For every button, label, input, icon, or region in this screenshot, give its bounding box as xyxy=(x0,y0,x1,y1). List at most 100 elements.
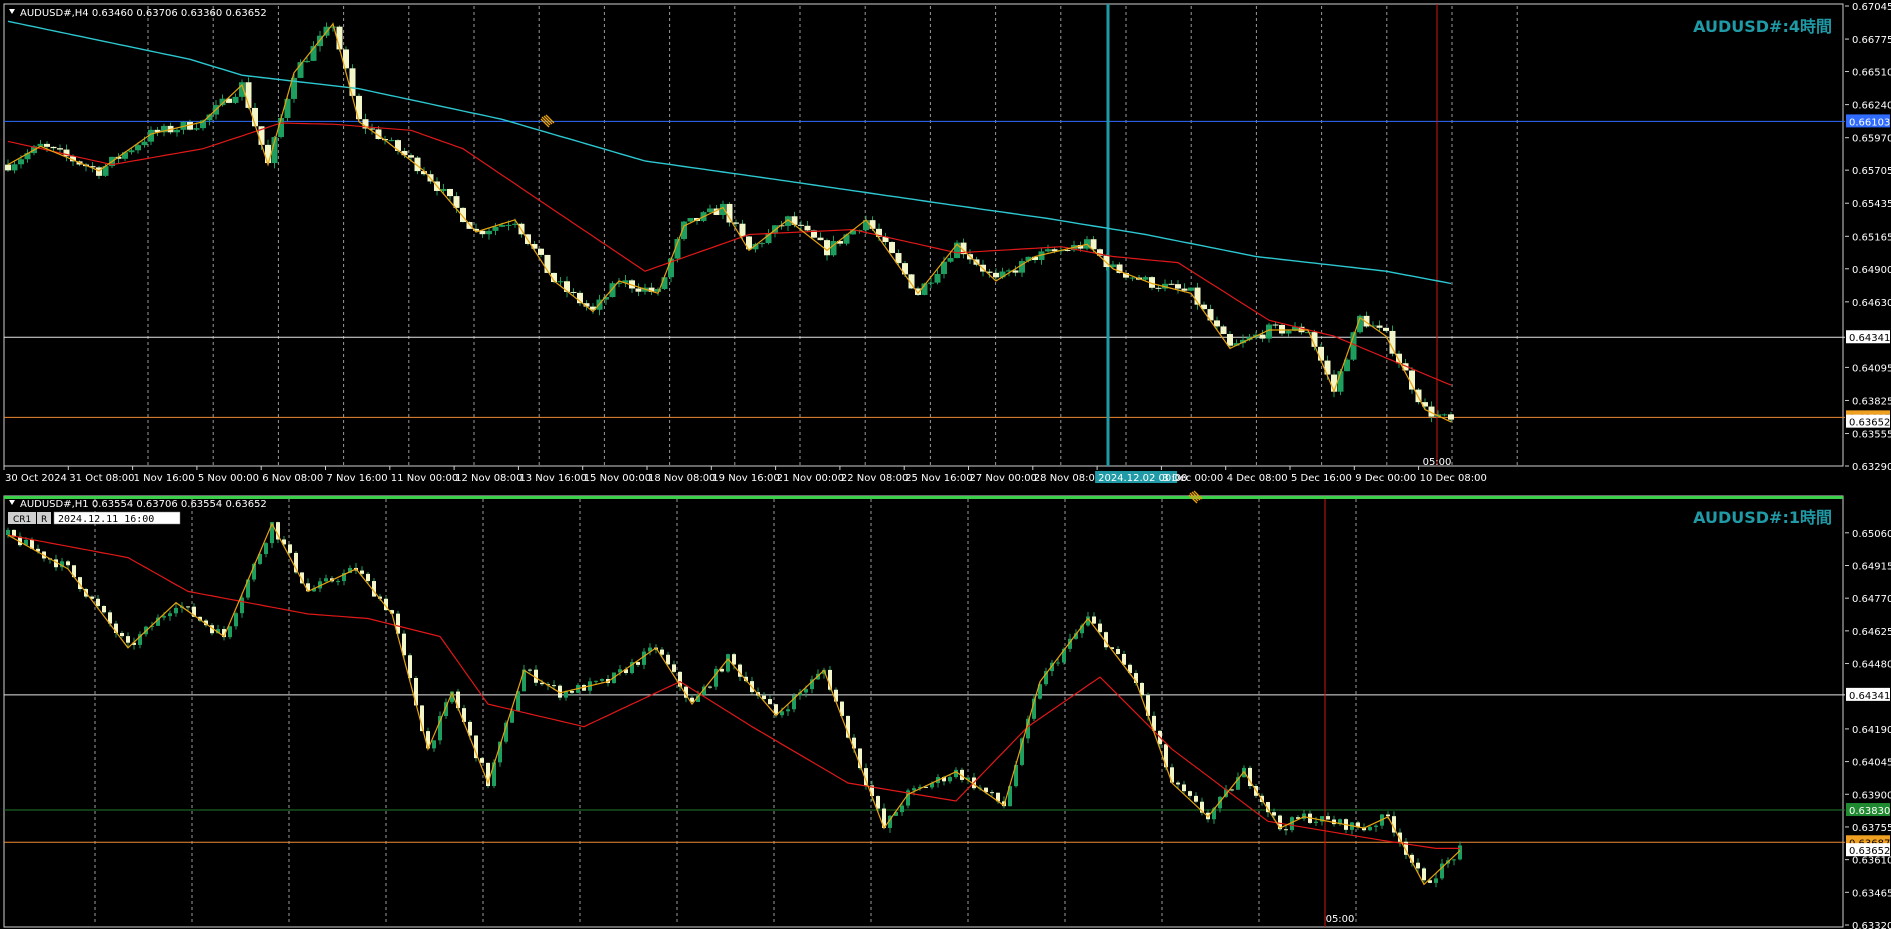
bot-candle-body xyxy=(636,662,640,665)
top-candle-body xyxy=(739,223,746,237)
bot-candle-body xyxy=(948,777,952,782)
bot-candle-body xyxy=(672,664,676,672)
top-candle-body xyxy=(1441,414,1448,416)
bottom-panel[interactable]: AUDUSD#,H1 0.63554 0.63706 0.63554 0.636… xyxy=(3,490,1891,929)
top-y-tick-label: 0.64900 xyxy=(1852,265,1891,276)
top-candle-body xyxy=(804,225,811,231)
top-x-tick-label: 21 Nov 00:00 xyxy=(777,473,844,484)
bot-candle-body xyxy=(708,686,712,688)
top-candle-body xyxy=(50,146,57,149)
top-price-axis: 0.67045 0.66775 0.66510 0.66240 0.65970 0.657… xyxy=(1845,2,1891,473)
bot-candle-body xyxy=(1098,623,1102,633)
bot-candle-body xyxy=(1230,789,1234,791)
top-price-label: 0.63652 xyxy=(1849,418,1890,429)
bottom-date-input-text: 2024.12.11 16:00 xyxy=(58,514,154,525)
bot-candle-body xyxy=(600,678,604,681)
top-candle-body xyxy=(1227,334,1233,346)
bot-candle-body xyxy=(528,669,532,671)
bot-candle-body xyxy=(1188,791,1192,796)
top-candle-body xyxy=(193,128,200,130)
top-watermark: AUDUSD#:4時間 xyxy=(1693,17,1832,36)
top-candle-body xyxy=(499,225,505,227)
bot-y-tick-label: 0.64915 xyxy=(1852,561,1891,572)
bot-candle-body xyxy=(474,735,478,759)
bot-candle-body xyxy=(1386,814,1390,817)
bot-candle-body xyxy=(1092,616,1096,624)
top-candle-body xyxy=(408,155,414,158)
top-candle-body xyxy=(1389,330,1396,354)
top-candle-body xyxy=(726,203,733,223)
top-candle-body xyxy=(1142,277,1149,280)
top-y-tick-label: 0.67045 xyxy=(1852,2,1891,13)
top-x-tick-label: 19 Nov 16:00 xyxy=(712,473,779,484)
bot-candle-body xyxy=(414,678,418,706)
top-candle-body xyxy=(1188,287,1194,291)
bot-candle-body xyxy=(768,699,772,705)
bot-y-tick-label: 0.64480 xyxy=(1852,660,1891,671)
top-candle-body xyxy=(759,243,765,245)
top-candle-body xyxy=(304,60,310,63)
bot-candle-body xyxy=(954,769,958,778)
bot-candle-body xyxy=(174,607,178,614)
bot-candle-body xyxy=(552,685,556,687)
top-candle-body xyxy=(128,150,135,153)
bottom-price-axis: 0.65060 0.64915 0.64770 0.64625 0.64480 0.641… xyxy=(1845,529,1891,929)
bot-candle-body xyxy=(336,581,340,583)
bot-candle-body xyxy=(726,654,730,672)
chart-window: AUDUSD#,H4 0.63460 0.63706 0.63360 0.636… xyxy=(3,2,1891,929)
top-x-tick-label: 22 Nov 08:00 xyxy=(841,473,908,484)
top-y-tick-label: 0.65165 xyxy=(1852,232,1891,243)
top-x-tick-label: 11 Nov 00:00 xyxy=(391,473,458,484)
bot-price-label: 0.63652 xyxy=(1849,846,1890,857)
bot-candle-body xyxy=(186,606,190,608)
bot-candle-body xyxy=(66,561,70,566)
top-x-tick-label: 15 Nov 00:00 xyxy=(584,473,651,484)
top-candle-body xyxy=(1272,324,1279,326)
bot-candle-body xyxy=(1368,826,1372,831)
top-x-tick-label: 4 Dec 08:00 xyxy=(1227,473,1288,484)
bot-candle-body xyxy=(1056,662,1060,664)
top-candle-body xyxy=(817,237,824,241)
bot-candle-body xyxy=(366,573,370,582)
bot-candle-body xyxy=(1116,649,1120,654)
top-time-axis: 30 Oct 2024 31 Oct 08:00 1 Nov 16:00 5 Nov … xyxy=(3,466,1487,484)
bot-candle-body xyxy=(642,651,646,665)
top-candle-body xyxy=(538,248,544,255)
bot-candle-body xyxy=(126,636,130,643)
top-x-tick-label: 25 Nov 16:00 xyxy=(905,473,972,484)
top-x-tick-label: 30 Oct 2024 xyxy=(5,473,67,484)
top-y-tick-label: 0.65435 xyxy=(1852,199,1891,210)
top-candle-body xyxy=(1045,249,1051,252)
top-header: AUDUSD#,H4 0.63460 0.63706 0.63360 0.636… xyxy=(20,8,267,19)
bot-candle-body xyxy=(480,758,484,763)
bot-candle-body xyxy=(162,616,166,618)
top-candle-body xyxy=(479,230,486,235)
top-x-tick-label: 3 Dec 00:00 xyxy=(1162,473,1223,484)
top-candle-body xyxy=(1448,414,1454,420)
bottom-date-input[interactable]: 2024.12.11 16:00 xyxy=(53,511,181,525)
bot-candle-body xyxy=(228,626,232,638)
top-x-tick-label: 6 Nov 08:00 xyxy=(262,473,323,484)
bot-candle-body xyxy=(570,691,574,693)
bottom-r-button[interactable]: R xyxy=(37,512,51,525)
top-panel[interactable]: AUDUSD#,H4 0.63460 0.63706 0.63360 0.636… xyxy=(3,2,1891,484)
top-candle-body xyxy=(232,96,239,103)
top-candle-body xyxy=(1155,287,1162,289)
top-candle-body xyxy=(1175,284,1181,289)
top-candle-body xyxy=(388,140,395,142)
bottom-cr1-label: CR1 xyxy=(13,515,31,525)
top-x-tick-label: 18 Nov 08:00 xyxy=(648,473,715,484)
top-candle-body xyxy=(466,222,473,229)
bottom-cr1-button[interactable]: CR1 xyxy=(8,512,36,525)
top-candle-body xyxy=(1376,325,1383,328)
top-candle-body xyxy=(1214,320,1220,327)
top-candle-body xyxy=(1318,346,1324,361)
top-candle-body xyxy=(687,217,694,222)
top-x-tick-label: 7 Nov 16:00 xyxy=(327,473,388,484)
top-candle-body xyxy=(947,258,954,262)
bot-candle-body xyxy=(360,570,364,574)
bottom-r-label: R xyxy=(41,515,47,525)
bot-candle-body xyxy=(990,792,994,794)
top-x-tick-label: 10 Dec 08:00 xyxy=(1420,473,1487,484)
bot-candle-body xyxy=(264,543,268,555)
